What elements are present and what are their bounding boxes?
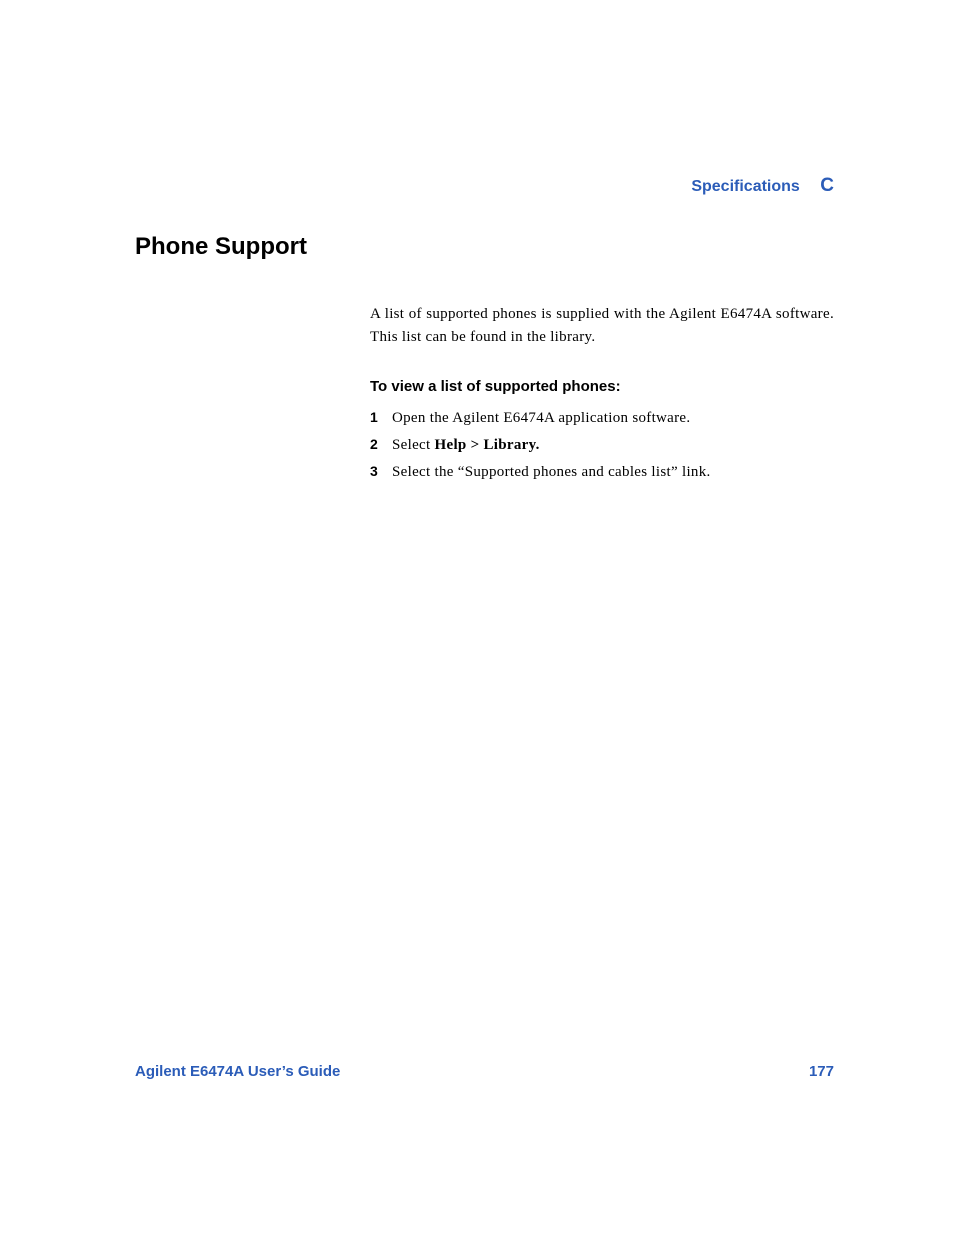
step-3: Select the “Supported phones and cables … [370,459,834,486]
intro-paragraph: A list of supported phones is supplied w… [370,303,834,350]
document-page: Specifications C Phone Support A list of… [0,0,954,1235]
guide-title: Agilent E6474A User’s Guide [135,1063,340,1080]
chapter-letter: C [820,175,834,197]
page-footer: Agilent E6474A User’s Guide 177 [135,1063,834,1080]
page-header-right: Specifications C [691,175,834,197]
section-heading: Phone Support [135,233,834,261]
step-2-text-bold: Help > Library. [435,437,540,453]
content-block: A list of supported phones is supplied w… [370,303,834,486]
step-3-text: Select the “Supported phones and cables … [392,464,711,480]
step-2: Select Help > Library. [370,432,834,459]
step-list: Open the Agilent E6474A application soft… [370,405,834,486]
step-2-text-prefix: Select [392,437,435,453]
page-number: 177 [809,1063,834,1080]
step-1: Open the Agilent E6474A application soft… [370,405,834,432]
step-1-text: Open the Agilent E6474A application soft… [392,410,690,426]
chapter-name: Specifications [691,178,799,195]
sub-heading: To view a list of supported phones: [370,378,834,395]
